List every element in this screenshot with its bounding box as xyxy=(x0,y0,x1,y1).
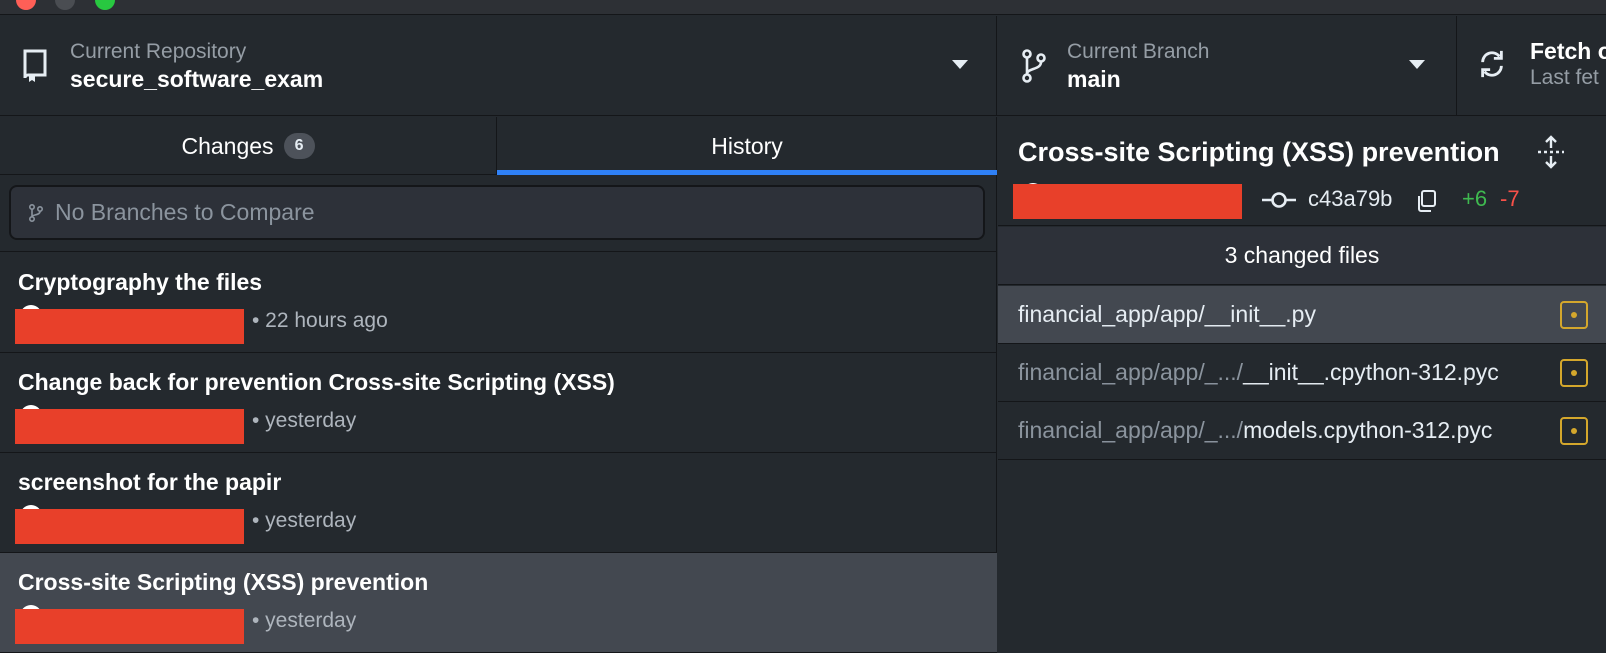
copy-icon[interactable] xyxy=(1415,189,1437,213)
window-titlebar xyxy=(0,0,1606,15)
commit-list-item[interactable]: Change back for prevention Cross-site Sc… xyxy=(0,353,997,453)
file-path-prefix: financial_app/app/_.../ xyxy=(1018,359,1244,385)
toolbar: Current Repository secure_software_exam … xyxy=(0,16,1606,116)
file-name: __init__.cpython-312.pyc xyxy=(1243,359,1499,385)
commit-list: Cryptography the files • 22 hours ago Ch… xyxy=(0,253,997,653)
commit-time: • yesterday xyxy=(252,409,357,432)
file-path: financial_app/app/_.../__init__.cpython-… xyxy=(1018,359,1499,386)
file-list-item[interactable]: financial_app/app/_.../models.cpython-31… xyxy=(998,402,1606,460)
commit-detail-title: Cross-site Scripting (XSS) prevention xyxy=(1018,137,1500,167)
last-fetched-label: Last fet xyxy=(1530,66,1599,89)
chevron-down-icon xyxy=(952,60,968,69)
lines-added: +6 xyxy=(1462,186,1488,211)
close-window-button[interactable] xyxy=(16,0,36,10)
redacted-author xyxy=(15,609,244,644)
current-branch-dropdown[interactable]: Current Branch main xyxy=(997,16,1457,116)
compare-placeholder: No Branches to Compare xyxy=(55,199,315,225)
lines-removed: -7 xyxy=(1500,186,1520,211)
branch-icon xyxy=(28,203,44,222)
tab-changes[interactable]: Changes 6 xyxy=(0,117,497,175)
commit-summary: Cross-site Scripting (XSS) prevention c4… xyxy=(998,117,1606,226)
file-name: financial_app/app/__init__.py xyxy=(1018,301,1316,327)
tab-history-label: History xyxy=(711,132,783,159)
zoom-window-button[interactable] xyxy=(95,0,115,10)
commit-time: • 22 hours ago xyxy=(252,309,388,332)
file-path-prefix: financial_app/app/_.../ xyxy=(1018,417,1244,443)
history-sidebar: Changes 6 History No Branches to Compare… xyxy=(0,117,997,653)
redacted-author xyxy=(15,309,244,344)
file-path: financial_app/app/_.../models.cpython-31… xyxy=(1018,417,1492,444)
minimize-window-button[interactable] xyxy=(55,0,75,10)
chevron-down-icon xyxy=(1409,60,1425,69)
current-branch-name: main xyxy=(1067,66,1121,92)
compare-branch-input[interactable]: No Branches to Compare xyxy=(9,185,985,240)
active-tab-indicator xyxy=(497,170,997,175)
commit-title: Cryptography the files xyxy=(18,269,263,295)
repository-icon xyxy=(23,49,47,82)
file-modified-icon xyxy=(1560,301,1588,329)
current-repository-label: Current Repository xyxy=(70,40,247,63)
file-modified-icon xyxy=(1560,359,1588,387)
branch-icon xyxy=(1022,49,1046,83)
file-modified-icon xyxy=(1560,417,1588,445)
commit-list-item[interactable]: screenshot for the papir • yesterday xyxy=(0,453,997,553)
fetch-origin-button[interactable]: Fetch o Last fet xyxy=(1457,16,1606,116)
redacted-author xyxy=(15,509,244,544)
commit-title: Change back for prevention Cross-site Sc… xyxy=(18,369,615,395)
commit-detail-panel: Cross-site Scripting (XSS) prevention c4… xyxy=(998,117,1606,652)
file-list-item[interactable]: financial_app/app/_.../__init__.cpython-… xyxy=(998,344,1606,402)
commit-list-item-selected[interactable]: Cross-site Scripting (XSS) prevention • … xyxy=(0,553,997,653)
changes-count-badge: 6 xyxy=(283,133,315,159)
commit-list-item[interactable]: Cryptography the files • 22 hours ago xyxy=(0,253,997,353)
changed-files-list: financial_app/app/__init__.py financial_… xyxy=(998,286,1606,460)
file-name: models.cpython-312.pyc xyxy=(1243,417,1493,443)
current-repository-dropdown[interactable]: Current Repository secure_software_exam xyxy=(0,16,997,116)
tab-changes-label: Changes xyxy=(181,132,274,159)
git-commit-icon xyxy=(1262,192,1296,208)
commit-time: • yesterday xyxy=(252,609,357,632)
commit-title: Cross-site Scripting (XSS) prevention xyxy=(18,569,429,595)
redacted-author xyxy=(1013,184,1242,219)
file-path: financial_app/app/__init__.py xyxy=(1018,301,1316,328)
sidebar-tabs: Changes 6 History xyxy=(0,117,997,175)
tab-history[interactable]: History xyxy=(497,117,997,175)
fetch-origin-label: Fetch o xyxy=(1530,38,1606,64)
sync-icon xyxy=(1481,50,1503,78)
expand-icon[interactable] xyxy=(1536,135,1566,169)
changed-files-header: 3 changed files xyxy=(998,227,1606,285)
commit-time: • yesterday xyxy=(252,509,357,532)
current-repository-name: secure_software_exam xyxy=(70,66,324,92)
compare-bar: No Branches to Compare xyxy=(0,176,997,252)
commit-title: screenshot for the papir xyxy=(18,469,282,495)
file-list-item-selected[interactable]: financial_app/app/__init__.py xyxy=(998,286,1606,344)
redacted-author xyxy=(15,409,244,444)
current-branch-label: Current Branch xyxy=(1067,40,1210,63)
commit-sha[interactable]: c43a79b xyxy=(1308,186,1392,212)
